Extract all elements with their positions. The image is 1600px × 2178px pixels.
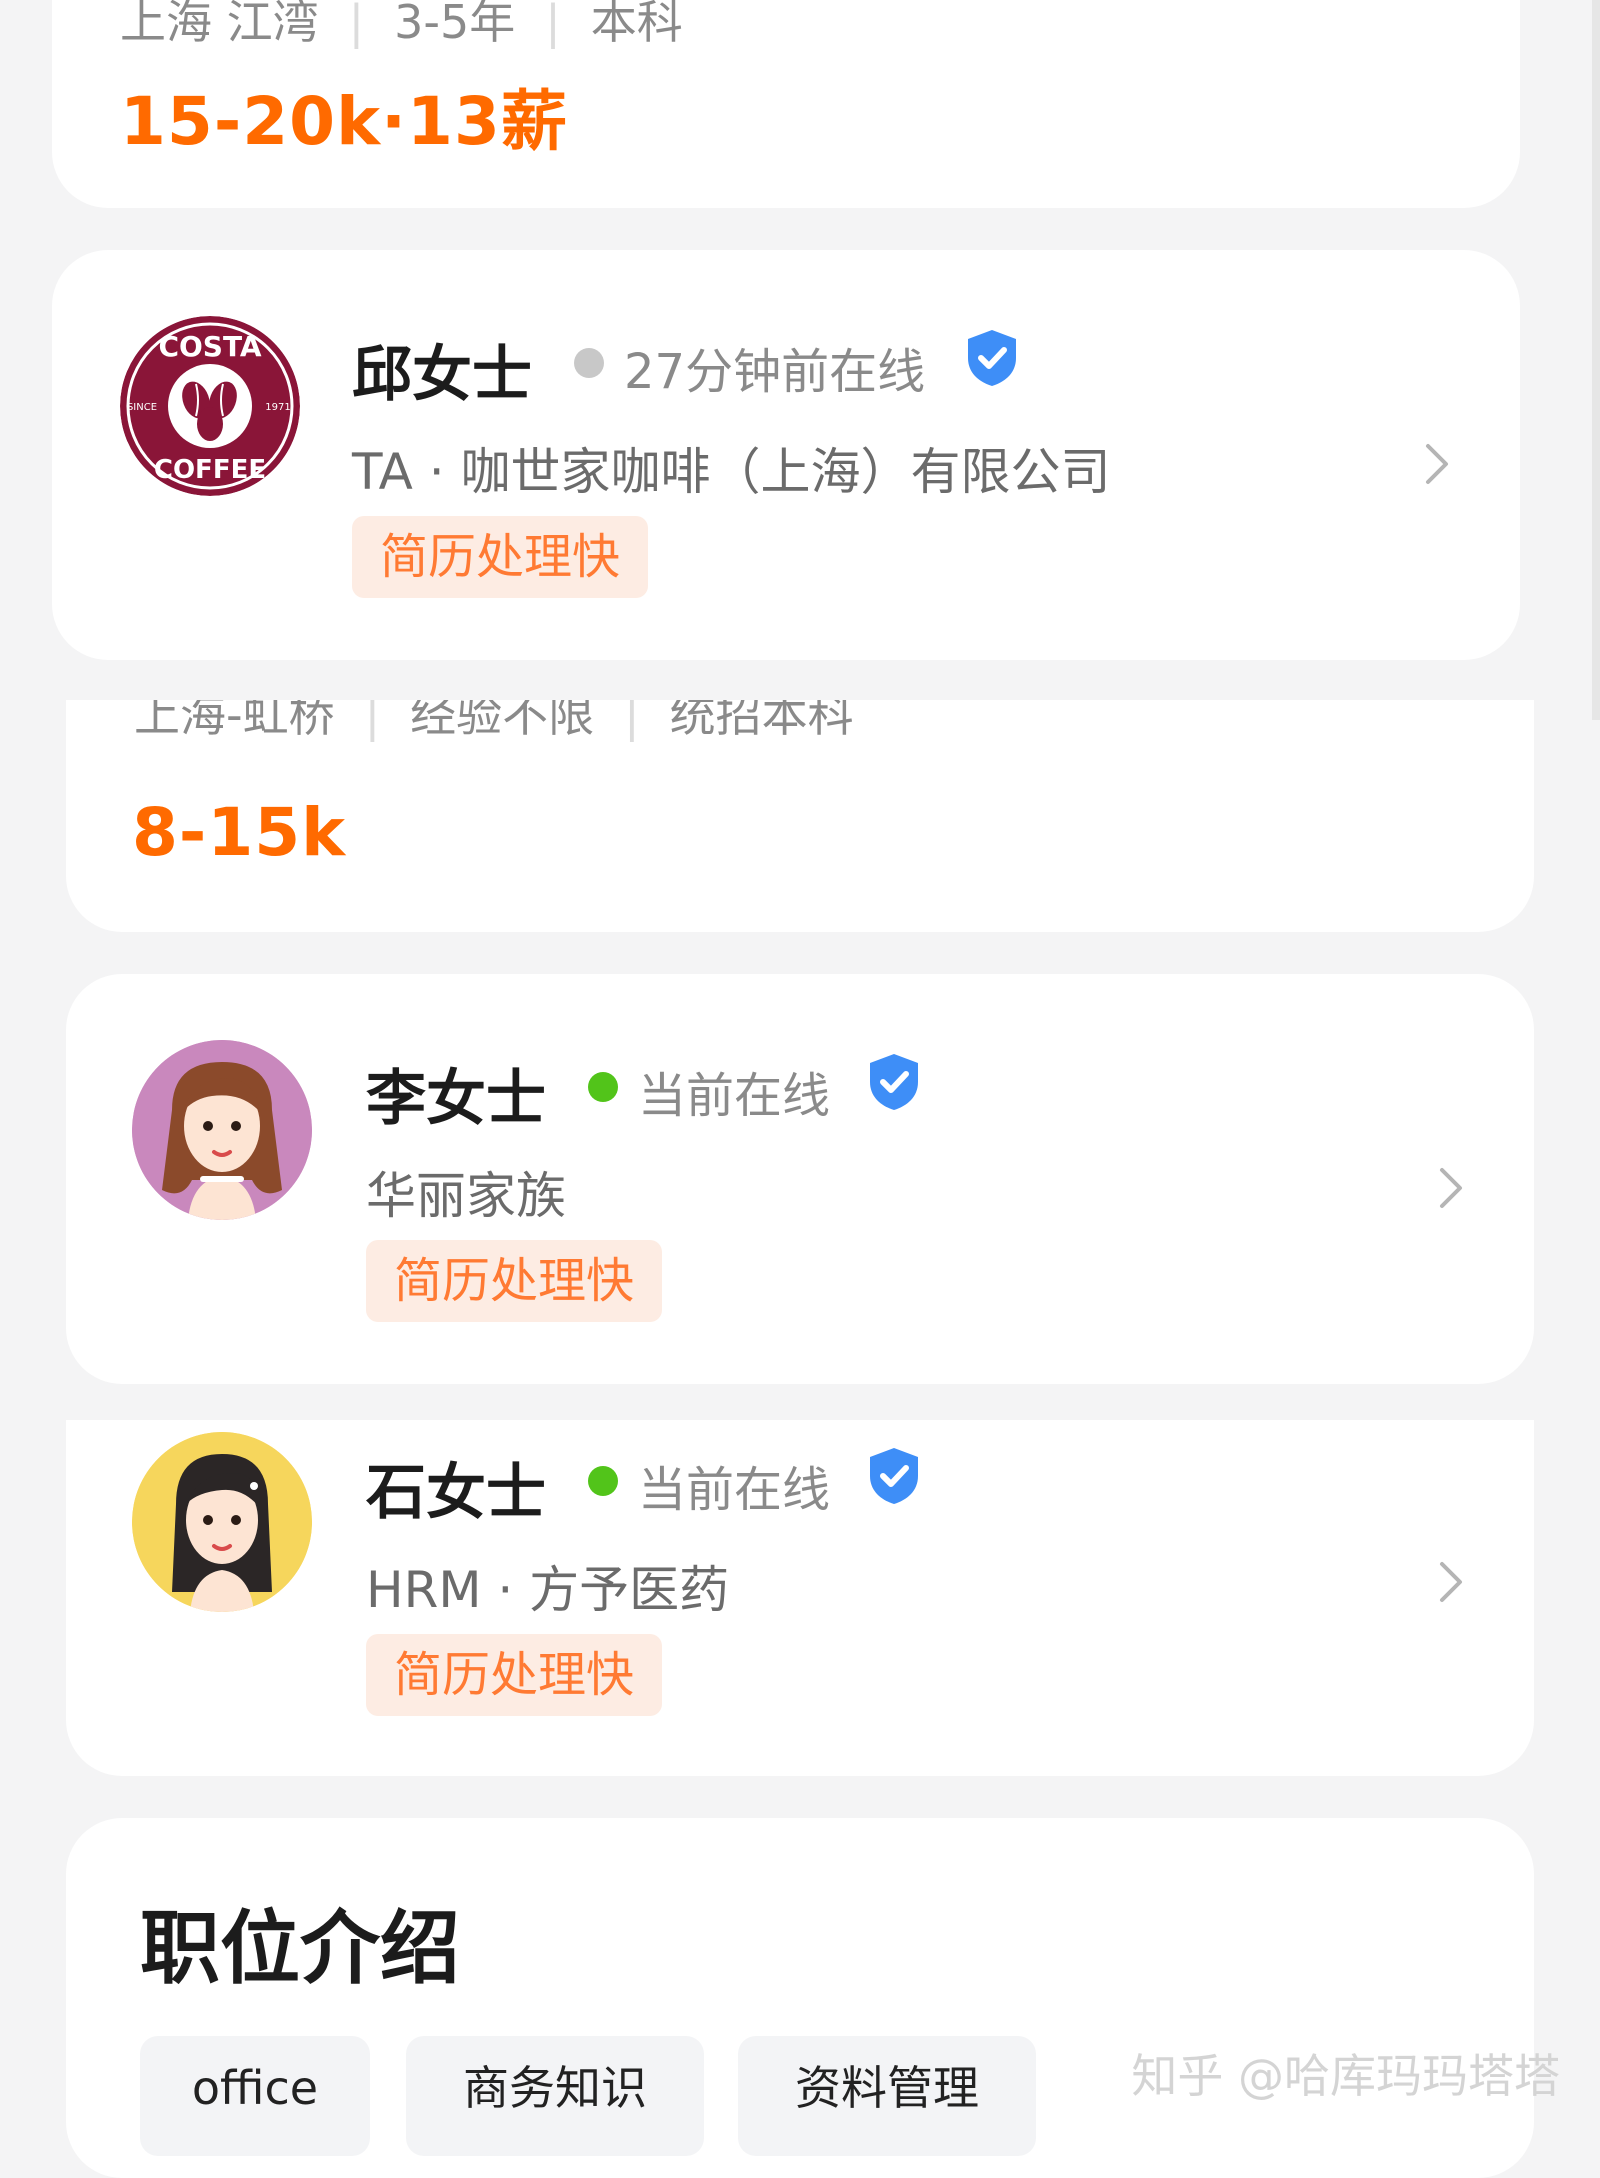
job-intro-card: 职位介绍 office 商务知识 资料管理 bbox=[66, 1818, 1534, 2178]
fast-resume-tag: 简历处理快 bbox=[366, 1634, 663, 1716]
job-card-1[interactable]: 上海 江湾 | 3-5年 | 本科 15-20k·13薪 bbox=[52, 0, 1520, 208]
skill-tag-office[interactable]: office bbox=[140, 2036, 370, 2156]
recruiter-card-2[interactable]: 李女士 当前在线 华丽家族 简历处理快 bbox=[66, 974, 1534, 1384]
job-education: 本科 bbox=[590, 0, 683, 49]
job-location: 上海 江湾 bbox=[120, 0, 319, 49]
svg-text:COFFEE: COFFEE bbox=[154, 455, 266, 485]
company-logo: COSTA COFFEE SINCE 1971 bbox=[120, 316, 300, 496]
recruiter-company: 华丽家族 bbox=[366, 1167, 566, 1225]
status-dot bbox=[588, 1072, 618, 1102]
verified-shield-icon bbox=[870, 1054, 918, 1110]
svg-text:COSTA: COSTA bbox=[158, 330, 261, 363]
job-card-2[interactable]: 上海-虹桥 | 经验不限 | 统招本科 8-15k bbox=[66, 700, 1534, 932]
recruiter-avatar bbox=[132, 1432, 312, 1612]
page-edge-divider bbox=[1592, 0, 1600, 720]
job-experience: 经验不限 bbox=[410, 700, 595, 742]
fast-resume-tag: 简历处理快 bbox=[366, 1240, 663, 1322]
recruiter-card-3[interactable]: 石女士 当前在线 HRM · 方予医药 简历处理快 bbox=[66, 1420, 1534, 1776]
job-salary: 15-20k·13薪 bbox=[120, 83, 568, 160]
job-location: 上海-虹桥 bbox=[134, 700, 335, 742]
job-education: 统招本科 bbox=[669, 700, 854, 742]
section-title: 职位介绍 bbox=[140, 1902, 460, 1995]
chevron-right-icon[interactable] bbox=[1436, 1166, 1466, 1210]
recruiter-name: 邱女士 bbox=[352, 340, 532, 410]
recruiter-name: 李女士 bbox=[366, 1064, 546, 1134]
online-status: 当前在线 bbox=[638, 1068, 831, 1124]
chevron-right-icon[interactable] bbox=[1422, 442, 1452, 486]
svg-text:SINCE: SINCE bbox=[127, 402, 157, 413]
verified-shield-icon bbox=[870, 1448, 918, 1504]
online-status: 27分钟前在线 bbox=[624, 344, 926, 400]
job-salary: 8-15k bbox=[132, 794, 347, 871]
job-meta: 上海 江湾 | 3-5年 | 本科 bbox=[120, 0, 683, 52]
job-experience: 3-5年 bbox=[394, 0, 516, 49]
svg-text:1971: 1971 bbox=[265, 402, 290, 413]
job-meta: 上海-虹桥 | 经验不限 | 统招本科 bbox=[134, 700, 854, 744]
recruiter-name: 石女士 bbox=[366, 1458, 546, 1528]
fast-resume-tag: 简历处理快 bbox=[352, 516, 649, 598]
online-status: 当前在线 bbox=[638, 1462, 831, 1518]
status-dot bbox=[574, 348, 604, 378]
recruiter-avatar bbox=[132, 1040, 312, 1220]
status-dot bbox=[588, 1466, 618, 1496]
verified-shield-icon bbox=[968, 330, 1016, 386]
watermark: 知乎 @哈库玛玛塔塔 bbox=[1131, 2049, 1560, 2103]
skill-tag-data-management[interactable]: 资料管理 bbox=[738, 2036, 1036, 2156]
skill-tag-business[interactable]: 商务知识 bbox=[406, 2036, 704, 2156]
recruiter-card-1[interactable]: COSTA COFFEE SINCE 1971 邱女士 27分钟前在线 TA ·… bbox=[52, 250, 1520, 660]
chevron-right-icon[interactable] bbox=[1436, 1560, 1466, 1604]
recruiter-company: TA · 咖世家咖啡（上海）有限公司 bbox=[352, 443, 1111, 501]
recruiter-company: HRM · 方予医药 bbox=[366, 1561, 730, 1619]
